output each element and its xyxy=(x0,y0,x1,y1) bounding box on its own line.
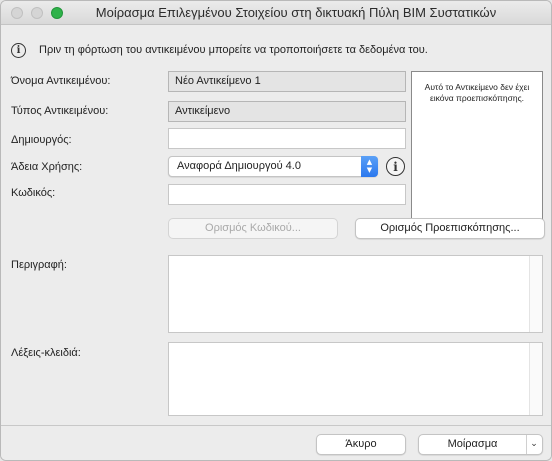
creator-label: Δημιουργός: xyxy=(11,134,72,146)
set-preview-button[interactable]: Ορισμός Προεπισκόπησης... xyxy=(355,218,545,239)
creator-input[interactable] xyxy=(168,128,406,149)
share-dialog-window: Μοίρασμα Επιλεγμένου Στοιχείου στη δικτυ… xyxy=(0,0,552,461)
license-label: Άδεια Χρήσης: xyxy=(11,161,83,173)
window-title: Μοίρασμα Επιλεγμένου Στοιχείου στη δικτυ… xyxy=(95,5,497,20)
chevron-down-icon[interactable]: ⌄ xyxy=(526,435,542,454)
share-button[interactable]: Μοίρασμα xyxy=(419,435,527,454)
object-type-field: Αντικείμενο xyxy=(168,101,406,122)
preview-box: Αυτό το Αντικείμενο δεν έχει εικόνα προε… xyxy=(411,71,543,234)
keywords-scrollbar[interactable] xyxy=(529,343,542,415)
license-info-button[interactable]: i xyxy=(386,157,405,176)
updown-chevron-icon: ▲ ▼ xyxy=(361,156,378,177)
license-selected-value: Αναφορά Δημιουργού 4.0 xyxy=(177,160,301,172)
share-split-button[interactable]: Μοίρασμα ⌄ xyxy=(418,434,543,455)
preview-message: Αυτό το Αντικείμενο δεν έχει εικόνα προε… xyxy=(424,82,530,103)
set-code-button[interactable]: Ορισμός Κωδικού... xyxy=(168,218,338,239)
keywords-label: Λέξεις-κλειδιά: xyxy=(11,347,81,359)
keywords-textarea[interactable] xyxy=(168,342,543,416)
description-textarea[interactable] xyxy=(168,255,543,333)
info-icon: i xyxy=(11,42,26,58)
info-text: Πριν τη φόρτωση του αντικειμένου μπορείτ… xyxy=(39,44,428,56)
info-icon: i xyxy=(393,159,398,174)
code-input[interactable] xyxy=(168,184,406,205)
description-label: Περιγραφή: xyxy=(11,259,67,271)
title-bar[interactable]: Μοίρασμα Επιλεγμένου Στοιχείου στη δικτυ… xyxy=(1,1,551,25)
object-name-field: Νέο Αντικείμενο 1 xyxy=(168,71,406,92)
license-select[interactable]: Αναφορά Δημιουργού 4.0 ▲ ▼ xyxy=(168,156,378,177)
cancel-button[interactable]: Άκυρο xyxy=(316,434,406,455)
object-type-label: Τύπος Αντικειμένου: xyxy=(11,105,109,117)
code-label: Κωδικός: xyxy=(11,187,56,199)
object-name-label: Όνομα Αντικειμένου: xyxy=(11,75,111,87)
description-scrollbar[interactable] xyxy=(529,256,542,332)
info-message: i Πριν τη φόρτωση του αντικειμένου μπορε… xyxy=(11,41,428,59)
